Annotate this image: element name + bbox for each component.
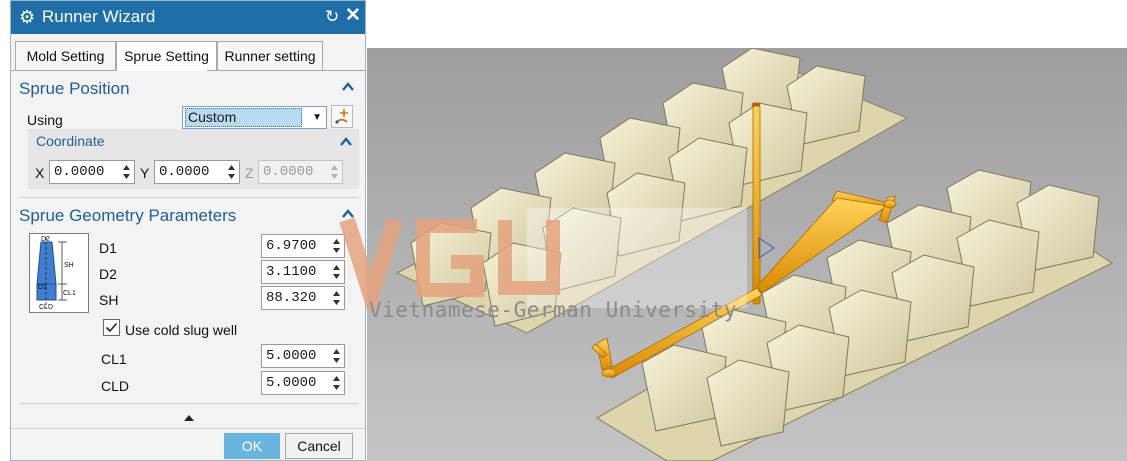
sh-value: 88.320: [266, 290, 317, 306]
y-value: 0.0000: [159, 164, 210, 180]
chevron-up-icon[interactable]: [339, 135, 353, 149]
cld-value: 5.0000: [266, 375, 317, 391]
runner-wizard-dialog: ⚙ Runner Wizard ↻ ✕ Mold Setting Sprue S…: [10, 0, 366, 461]
sprue-geometry-title: Sprue Geometry Parameters: [19, 206, 237, 225]
param-label-d2: D2: [99, 266, 117, 282]
diagram-label-d1: D1: [38, 284, 47, 291]
diagram-label-cld: CLD: [39, 304, 53, 311]
cl1-value: 5.0000: [266, 348, 317, 364]
watermark-text: Vietnamese-German University: [369, 298, 738, 322]
z-value: 0.0000: [263, 164, 314, 180]
close-icon[interactable]: ✕: [345, 6, 361, 26]
coordinate-heading: Coordinate: [36, 133, 105, 149]
param-label-sh: SH: [99, 292, 119, 308]
using-select[interactable]: Custom ▼: [182, 106, 327, 129]
sprue-diagram: D2 SH D1 CL1 CLD: [29, 233, 89, 313]
sprue-position-heading[interactable]: Sprue Position: [19, 77, 359, 101]
param-label-cld: CLD: [101, 378, 130, 394]
cl1-input[interactable]: 5.0000: [261, 344, 345, 368]
sprue-diagram-graphic: D2 SH D1 CL1 CLD: [36, 236, 76, 311]
point-dialog-button[interactable]: [331, 105, 353, 128]
spinner-arrows-icon[interactable]: [332, 347, 341, 365]
param-label-d1: D1: [99, 240, 117, 256]
z-input: 0.0000: [258, 160, 343, 184]
x-input[interactable]: 0.0000: [49, 160, 135, 184]
x-label: X: [35, 165, 45, 181]
tab-sprue-setting[interactable]: Sprue Setting: [116, 41, 217, 71]
collapse-arrow-icon[interactable]: [184, 415, 194, 421]
d1-value: 6.9700: [266, 238, 317, 254]
gear-icon: ⚙: [19, 7, 36, 27]
chevron-down-icon[interactable]: ▼: [312, 112, 322, 123]
sprue-geometry-heading[interactable]: Sprue Geometry Parameters: [19, 204, 359, 228]
z-label: Z: [245, 165, 254, 181]
chevron-up-icon[interactable]: [341, 80, 355, 94]
cld-input[interactable]: 5.0000: [261, 371, 345, 395]
using-label: Using: [27, 112, 63, 128]
dialog-title: Runner Wizard: [42, 7, 156, 26]
diagram-label-cl1: CL1: [63, 290, 76, 297]
spinner-arrows-icon: [331, 165, 338, 179]
sprue-position-title: Sprue Position: [19, 79, 130, 98]
point-icon: [335, 109, 348, 124]
using-select-value: Custom: [185, 108, 302, 127]
x-value: 0.0000: [54, 164, 105, 180]
title-bar: ⚙ Runner Wizard ↻ ✕: [11, 1, 365, 34]
tab-runner-setting[interactable]: Runner setting: [217, 41, 323, 71]
cancel-button[interactable]: Cancel: [285, 433, 353, 459]
y-label: Y: [140, 165, 150, 181]
d2-value: 3.1100: [266, 264, 317, 280]
cold-slug-label[interactable]: Use cold slug well: [125, 321, 237, 339]
reset-icon[interactable]: ↻: [325, 7, 339, 27]
tab-mold-setting[interactable]: Mold Setting: [15, 41, 116, 71]
param-label-cl1: CL1: [101, 351, 127, 367]
spinner-arrows-icon[interactable]: [227, 163, 236, 181]
y-input[interactable]: 0.0000: [154, 160, 240, 184]
spinner-arrows-icon[interactable]: [332, 374, 341, 392]
coordinate-group: Coordinate X 0.0000 Y 0.0000 Z 0.0000: [28, 129, 359, 189]
diagram-label-d2: D2: [41, 236, 50, 243]
vgu-watermark-logo: [339, 208, 747, 310]
ok-button[interactable]: OK: [224, 433, 280, 459]
tab-bar: Mold Setting Sprue Setting Runner settin…: [11, 41, 365, 71]
spinner-arrows-icon[interactable]: [122, 163, 131, 181]
cold-slug-checkbox[interactable]: [103, 319, 120, 336]
diagram-label-sh: SH: [64, 262, 74, 269]
checkmark-icon: [105, 322, 118, 333]
